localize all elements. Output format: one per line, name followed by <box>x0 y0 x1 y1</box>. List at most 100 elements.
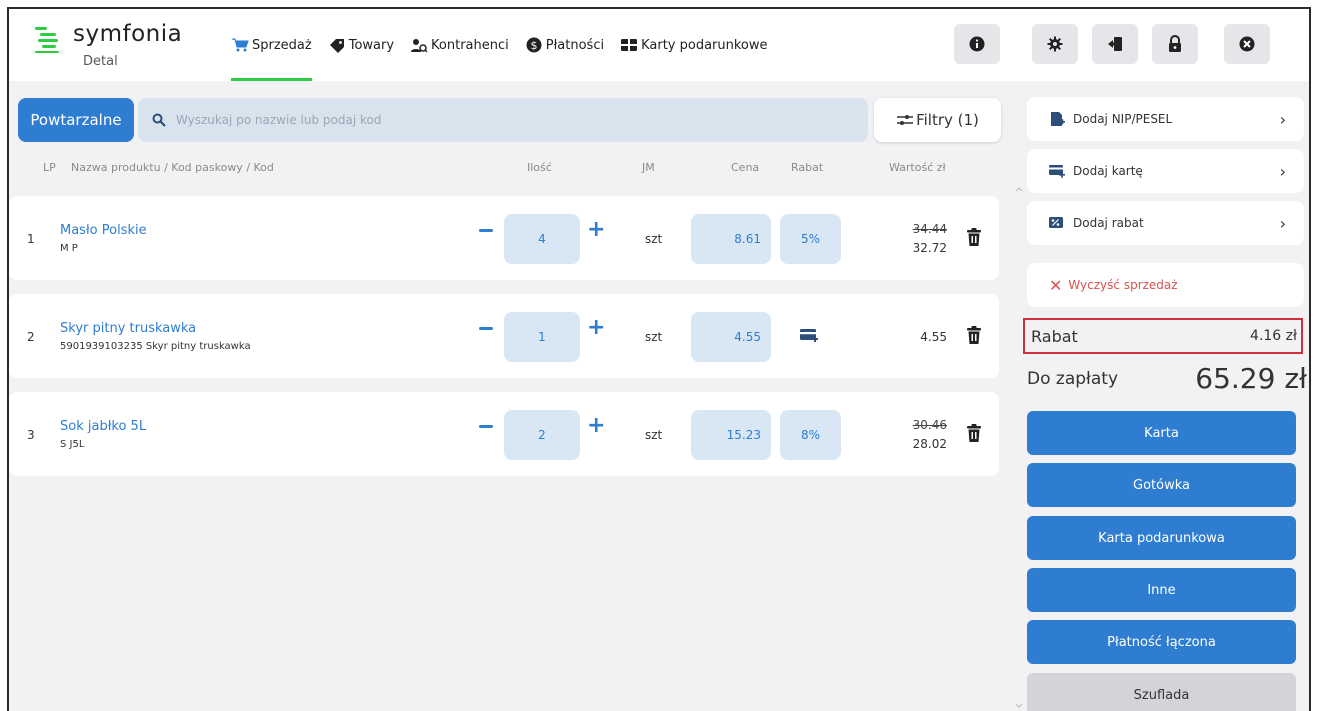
price-field[interactable]: 4.55 <box>691 312 771 362</box>
decrease-qty-button[interactable] <box>479 327 493 330</box>
value: 28.02 <box>912 437 947 451</box>
table-row[interactable]: 1 Masło Polskie M P 4 + szt 8.61 5% 34.4… <box>9 196 999 280</box>
scroll-down-icon[interactable] <box>1015 703 1023 709</box>
side-panel: Dodaj NIP/PESEL › Dodaj kartę › Dodaj ra… <box>1023 81 1307 711</box>
discount-summary: Rabat 4.16 zł <box>1023 318 1303 354</box>
close-icon <box>1239 36 1255 52</box>
filter-sliders-icon <box>897 115 914 125</box>
nav-label: Sprzedaż <box>252 37 312 53</box>
nav-item-platnosci[interactable]: $ Płatności <box>525 9 604 81</box>
nav-label: Płatności <box>545 37 605 53</box>
pay-other-button[interactable]: Inne <box>1027 568 1296 612</box>
add-nip-label: Dodaj NIP/PESEL <box>1073 112 1173 126</box>
pay-card-button[interactable]: Karta <box>1027 411 1296 455</box>
clear-sale-button[interactable]: ✕ Wyczyść sprzedaż <box>1027 263 1304 307</box>
cart-icon <box>232 38 249 52</box>
increase-qty-button[interactable]: + <box>587 219 605 241</box>
nav-item-karty-podarunkowe[interactable]: Karty podarunkowe <box>620 9 768 81</box>
price-field[interactable]: 8.61 <box>691 214 771 264</box>
col-header-value: Wartość zł <box>889 161 946 174</box>
pay-gift-card-button[interactable]: Karta podarunkowa <box>1027 516 1296 560</box>
qty-field[interactable]: 1 <box>504 312 580 362</box>
product-name[interactable]: Sok jabłko 5L <box>60 419 146 434</box>
table-row[interactable]: 2 Skyr pitny truskawka 5901939103235 Sky… <box>9 294 999 378</box>
filter-label: Filtry (1) <box>916 111 979 129</box>
search-input[interactable] <box>176 113 776 127</box>
logout-icon <box>1108 37 1122 51</box>
col-header-discount: Rabat <box>791 161 824 174</box>
logout-button[interactable] <box>1092 24 1138 64</box>
clear-sale-label: Wyczyść sprzedaż <box>1068 278 1178 292</box>
sale-panel: Powtarzalne Filtry (1) LP Nazwa produktu… <box>9 81 1014 711</box>
info-icon <box>969 36 985 52</box>
table-row[interactable]: 3 Sok jabłko 5L S J5L 2 + szt 15.23 8% 3… <box>9 392 999 476</box>
drawer-button[interactable]: Szuflada <box>1027 673 1296 711</box>
main-nav: Sprzedaż Towary Kontrahenci $ Płatności … <box>231 9 784 81</box>
scroll-up-icon[interactable] <box>1015 186 1023 192</box>
unit: szt <box>645 232 663 246</box>
price-field[interactable]: 15.23 <box>691 410 771 460</box>
scrollbar[interactable] <box>1015 81 1023 711</box>
card-plus-icon <box>1049 165 1065 178</box>
product-name[interactable]: Skyr pitny truskawka <box>60 321 196 336</box>
trash-icon[interactable] <box>966 423 982 443</box>
unit: szt <box>645 428 663 442</box>
tag-icon <box>329 39 344 53</box>
product-code: S J5L <box>60 439 85 450</box>
discount-summary-value: 4.16 zł <box>1250 328 1297 344</box>
nav-label: Karty podarunkowe <box>641 37 768 53</box>
users-icon <box>411 39 428 53</box>
qty-field[interactable]: 2 <box>504 410 580 460</box>
powtarzalne-button[interactable]: Powtarzalne <box>18 98 134 142</box>
col-header-jm: JM <box>642 161 655 174</box>
logo: symfonia Detal <box>35 21 235 71</box>
increase-qty-button[interactable]: + <box>587 317 605 339</box>
x-icon: ✕ <box>1049 275 1063 295</box>
decrease-qty-button[interactable] <box>479 229 493 232</box>
percent-card-icon <box>1049 217 1063 228</box>
add-card-button[interactable]: Dodaj kartę › <box>1027 149 1304 193</box>
add-discount-label: Dodaj rabat <box>1073 216 1144 230</box>
to-pay-label: Do zapłaty <box>1027 369 1119 389</box>
settings-button[interactable] <box>1032 24 1078 64</box>
document-plus-icon <box>1051 112 1065 126</box>
trash-icon[interactable] <box>966 325 982 345</box>
add-nip-button[interactable]: Dodaj NIP/PESEL › <box>1027 97 1304 141</box>
add-discount-card-icon[interactable] <box>799 327 819 345</box>
nav-item-kontrahenci[interactable]: Kontrahenci <box>410 9 509 81</box>
top-bar: symfonia Detal Sprzedaż Towary Kontrahen… <box>9 9 1309 81</box>
add-discount-button[interactable]: Dodaj rabat › <box>1027 201 1304 245</box>
increase-qty-button[interactable]: + <box>587 415 605 437</box>
row-lp: 3 <box>27 428 35 442</box>
trash-icon[interactable] <box>966 227 982 247</box>
decrease-qty-button[interactable] <box>479 425 493 428</box>
lock-button[interactable] <box>1152 24 1198 64</box>
row-lp: 2 <box>27 330 35 344</box>
svg-text:$: $ <box>530 39 537 52</box>
search-bar[interactable] <box>138 98 868 142</box>
close-button[interactable] <box>1224 24 1270 64</box>
nav-label: Towary <box>348 37 395 53</box>
logo-text: symfonia <box>73 21 183 47</box>
pay-cash-button[interactable]: Gotówka <box>1027 463 1296 507</box>
col-header-lp: LP <box>43 161 56 174</box>
value-before-discount: 30.46 <box>912 418 947 432</box>
product-name[interactable]: Masło Polskie <box>60 223 147 238</box>
chevron-right-icon: › <box>1279 110 1286 129</box>
info-button[interactable] <box>954 24 1000 64</box>
col-header-name: Nazwa produktu / Kod paskowy / Kod <box>71 161 274 174</box>
app-window: symfonia Detal Sprzedaż Towary Kontrahen… <box>7 7 1311 711</box>
product-code: 5901939103235 Skyr pitny truskawka <box>60 341 251 352</box>
pay-combined-button[interactable]: Płatność łączona <box>1027 620 1296 664</box>
discount-field[interactable]: 8% <box>780 410 841 460</box>
qty-field[interactable]: 4 <box>504 214 580 264</box>
logo-subtitle: Detal <box>83 54 118 69</box>
to-pay-value: 65.29 zł <box>1195 362 1307 395</box>
chevron-right-icon: › <box>1279 214 1286 233</box>
value: 4.55 <box>920 330 947 344</box>
filter-button[interactable]: Filtry (1) <box>874 98 1001 142</box>
col-header-price: Cena <box>731 161 760 174</box>
discount-field[interactable]: 5% <box>780 214 841 264</box>
nav-item-towary[interactable]: Towary <box>328 9 394 81</box>
nav-item-sprzedaz[interactable]: Sprzedaż <box>231 9 312 81</box>
